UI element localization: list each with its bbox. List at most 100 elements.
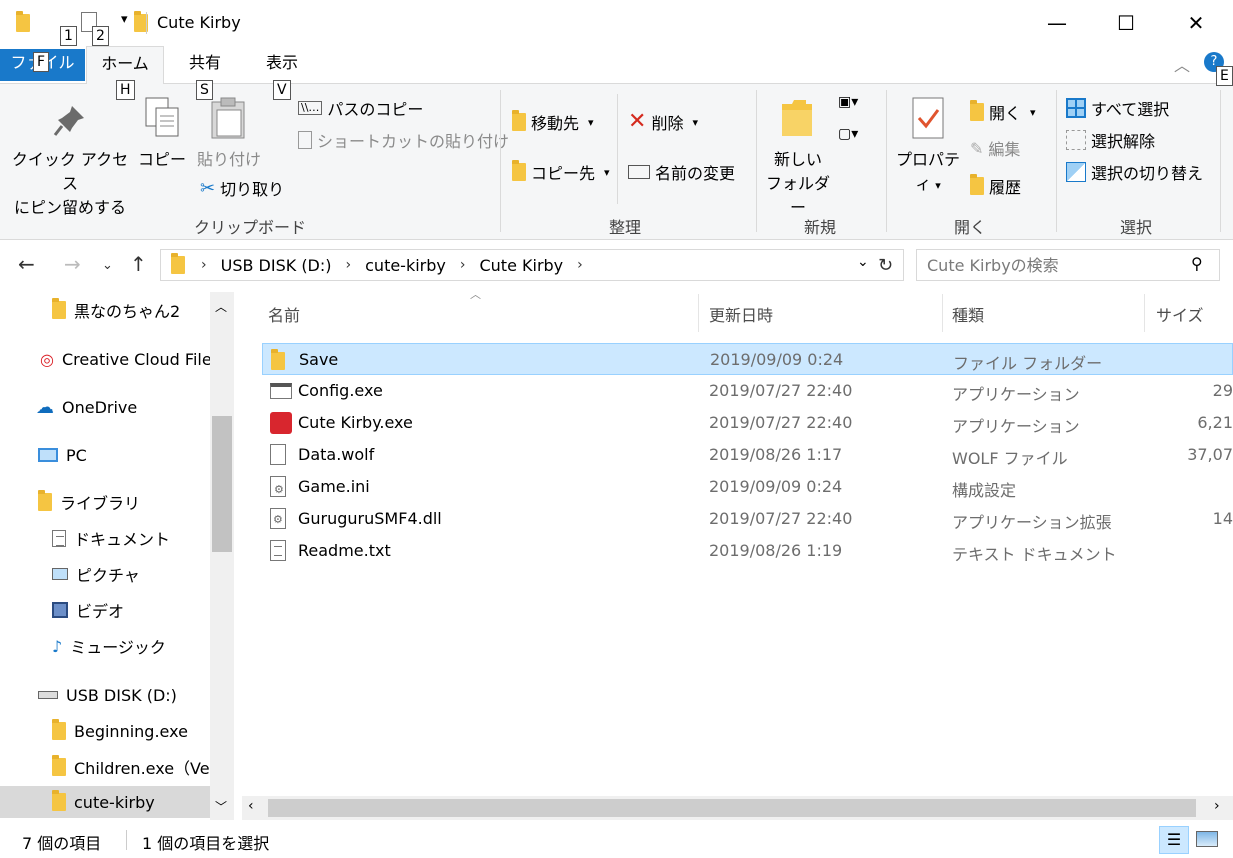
- cut-button[interactable]: ✂ 切り取り: [200, 176, 284, 200]
- edit-button[interactable]: ✎ 編集: [970, 136, 1020, 160]
- ribbon-tabs: ファイル F ホーム H 共有 S 表示 V ︿ ? E: [0, 46, 1233, 100]
- sidebar-item-documents[interactable]: ドキュメント: [0, 522, 210, 554]
- open-icon: [970, 100, 984, 121]
- minimize-button[interactable]: —: [1034, 0, 1080, 46]
- table-row[interactable]: Cute Kirby.exe 2019/07/27 22:40 アプリケーション…: [262, 407, 1233, 439]
- file-date: 2019/07/27 22:40: [709, 381, 853, 400]
- new-folder-button[interactable]: 新しい フォルダー: [760, 148, 836, 220]
- up-arrow-icon[interactable]: ↑: [130, 252, 147, 276]
- collapse-ribbon-icon[interactable]: ︿: [1174, 52, 1190, 76]
- tab-share[interactable]: 共有: [170, 46, 240, 84]
- forward-arrow-icon[interactable]: →: [64, 252, 81, 276]
- copy-to-button[interactable]: コピー先: [512, 160, 610, 184]
- column-header-type[interactable]: 種類: [952, 302, 984, 326]
- sidebar-item-beginning[interactable]: Beginning.exe: [0, 715, 210, 747]
- scroll-right-icon[interactable]: ›: [1214, 798, 1220, 814]
- table-row[interactable]: Data.wolf 2019/08/26 1:17 WOLF ファイル 37,0…: [262, 439, 1233, 471]
- table-row[interactable]: ⚙ GuruguruSMF4.dll 2019/07/27 22:40 アプリケ…: [262, 503, 1233, 535]
- scroll-up-icon[interactable]: ︿: [215, 298, 227, 315]
- sidebar-item-music[interactable]: ♪ ミュージック: [0, 630, 210, 662]
- open-button[interactable]: 開く: [970, 100, 1036, 124]
- invert-selection-button[interactable]: 選択の切り替え: [1066, 160, 1203, 184]
- sidebar-item-label: Children.exe（Ver: [74, 759, 210, 778]
- sidebar-scroll-thumb[interactable]: [212, 416, 232, 552]
- invert-selection-label: 選択の切り替え: [1091, 164, 1204, 183]
- address-dropdown-icon[interactable]: ⌄: [857, 254, 869, 270]
- large-icons-view-icon[interactable]: [1196, 831, 1218, 847]
- back-arrow-icon[interactable]: ←: [18, 252, 35, 276]
- file-list-horizontal-scrollbar[interactable]: ‹ ›: [242, 796, 1233, 820]
- column-header-name[interactable]: 名前: [268, 302, 300, 326]
- breadcrumb-usb-disk[interactable]: USB DISK (D:): [221, 256, 332, 275]
- address-bar[interactable]: › USB DISK (D:) › cute-kirby › Cute Kirb…: [160, 249, 904, 281]
- horizontal-scroll-thumb[interactable]: [268, 799, 1196, 817]
- sidebar-item-cute-kirby[interactable]: cute-kirby: [0, 786, 210, 818]
- sidebar-item-libraries[interactable]: ライブラリ: [0, 486, 210, 518]
- column-divider[interactable]: [1144, 294, 1145, 332]
- organize-group-label: 整理: [608, 218, 641, 237]
- column-divider[interactable]: [942, 294, 943, 332]
- close-button[interactable]: ✕: [1173, 0, 1219, 46]
- sidebar-item-onedrive[interactable]: ☁ OneDrive: [0, 391, 210, 423]
- search-icon[interactable]: ⚲: [1191, 254, 1203, 273]
- sidebar-item-pictures[interactable]: ピクチャ: [0, 558, 210, 590]
- file-type: テキスト ドキュメント: [952, 545, 1117, 564]
- copy-icon: [145, 97, 179, 137]
- file-date: 2019/07/27 22:40: [709, 509, 853, 528]
- table-row[interactable]: Readme.txt 2019/08/26 1:19 テキスト ドキュメント: [262, 535, 1233, 567]
- copy-button[interactable]: コピー: [138, 148, 186, 172]
- select-all-button[interactable]: すべて選択: [1066, 96, 1169, 120]
- new-folder-label-line2: フォルダー: [765, 174, 830, 217]
- search-input[interactable]: [927, 255, 1177, 275]
- delete-button[interactable]: ✕ 削除: [628, 110, 698, 134]
- sidebar-item-label: USB DISK (D:): [66, 685, 177, 705]
- sidebar-item-creative-cloud[interactable]: ◎ Creative Cloud Files: [0, 343, 210, 375]
- copy-path-label: パスのコピー: [327, 100, 424, 119]
- paste-button[interactable]: 貼り付け: [194, 148, 264, 172]
- new-item-icon[interactable]: ▣▾: [838, 94, 858, 110]
- copy-path-button[interactable]: \\… パスのコピー: [298, 96, 423, 120]
- sidebar-scrollbar[interactable]: ︿ ﹀: [210, 292, 234, 820]
- column-divider[interactable]: [698, 294, 699, 332]
- breadcrumb-chevron-icon[interactable]: ›: [201, 257, 207, 273]
- rename-button[interactable]: 名前の変更: [628, 160, 735, 184]
- select-none-button[interactable]: 選択解除: [1066, 128, 1155, 152]
- breadcrumb-cute-kirby[interactable]: cute-kirby: [365, 256, 446, 275]
- customize-qat-icon[interactable]: ▾: [121, 12, 128, 27]
- history-button[interactable]: 履歴: [970, 174, 1021, 198]
- properties-button[interactable]: プロパティ: [890, 148, 966, 198]
- ribbon: クイック アクセス にピン留めする コピー 貼り付け \\… パスのコピー ショ…: [0, 84, 1233, 240]
- tab-view[interactable]: 表示: [250, 46, 314, 84]
- sidebar-item-videos[interactable]: ビデオ: [0, 594, 210, 626]
- selection-count: 1 個の項目を選択: [142, 834, 270, 853]
- table-row[interactable]: Save 2019/09/09 0:24 ファイル フォルダー: [262, 343, 1233, 375]
- refresh-icon[interactable]: ↻: [878, 255, 893, 276]
- pin-quick-access-button[interactable]: クイック アクセス にピン留めする: [8, 148, 132, 220]
- search-box[interactable]: ⚲: [916, 249, 1220, 281]
- scroll-down-icon[interactable]: ﹀: [215, 798, 227, 815]
- breadcrumb-chevron-icon[interactable]: ›: [577, 257, 583, 273]
- drive-icon: [38, 691, 58, 699]
- sidebar-item-children[interactable]: Children.exe（Ver: [0, 751, 210, 783]
- rename-label: 名前の変更: [655, 164, 736, 183]
- paste-shortcut-button[interactable]: ショートカットの貼り付け: [298, 128, 509, 152]
- table-row[interactable]: Config.exe 2019/07/27 22:40 アプリケーション 29: [262, 375, 1233, 407]
- details-view-icon[interactable]: ☰: [1159, 826, 1189, 854]
- maximize-button[interactable]: ☐: [1103, 0, 1149, 46]
- group-divider: [756, 90, 757, 232]
- scroll-left-icon[interactable]: ‹: [248, 798, 254, 814]
- breadcrumb-current[interactable]: Cute Kirby: [479, 256, 563, 275]
- sidebar-item-usb-disk[interactable]: USB DISK (D:): [0, 679, 210, 711]
- column-header-date[interactable]: 更新日時: [709, 302, 773, 326]
- column-header-size[interactable]: サイズ: [1156, 302, 1204, 326]
- table-row[interactable]: ⚙ Game.ini 2019/09/09 0:24 構成設定: [262, 471, 1233, 503]
- move-to-button[interactable]: 移動先: [512, 110, 594, 134]
- window-title: Cute Kirby: [157, 13, 241, 32]
- easy-access-icon[interactable]: ▢▾: [838, 126, 858, 142]
- sidebar-item-kuronano[interactable]: 黒なのちゃん2: [0, 294, 210, 326]
- sidebar-item-pc[interactable]: PC: [0, 439, 210, 471]
- breadcrumb-chevron-icon[interactable]: ›: [460, 257, 466, 273]
- recent-locations-icon[interactable]: ⌄: [102, 258, 113, 273]
- breadcrumb-chevron-icon[interactable]: ›: [346, 257, 352, 273]
- copy-path-icon: \\…: [298, 101, 323, 115]
